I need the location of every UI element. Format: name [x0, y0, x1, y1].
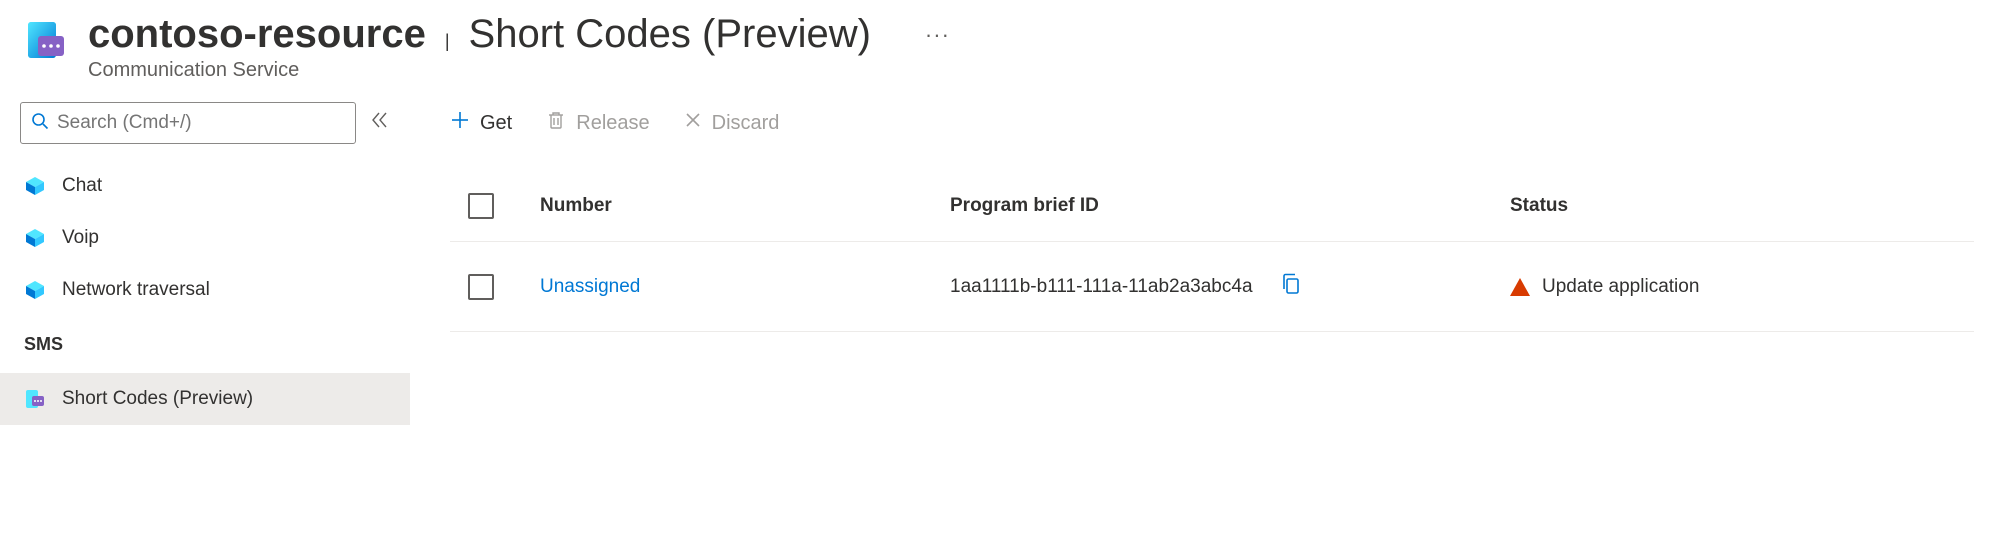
- search-icon: [31, 112, 49, 135]
- sidebar: Chat Voip: [0, 92, 410, 425]
- more-actions-button[interactable]: ···: [925, 24, 950, 46]
- table-row: Unassigned 1aa1111b-b111-111a-11ab2a3abc…: [450, 242, 1974, 332]
- status-value: Update application: [1542, 276, 1699, 298]
- short-codes-icon: [24, 388, 46, 410]
- get-label: Get: [480, 112, 512, 135]
- release-button[interactable]: Release: [546, 106, 649, 140]
- row-checkbox[interactable]: [468, 274, 494, 300]
- get-button[interactable]: Get: [450, 106, 512, 140]
- discard-label: Discard: [712, 112, 780, 135]
- resource-icon: [24, 18, 68, 67]
- warning-icon: [1510, 278, 1530, 296]
- main-content: Get Release: [410, 92, 1998, 425]
- sidebar-item-label: Chat: [62, 175, 102, 197]
- resource-type-label: Communication Service: [88, 59, 950, 82]
- select-all-checkbox[interactable]: [468, 193, 494, 219]
- sidebar-item-network-traversal[interactable]: Network traversal: [0, 264, 410, 316]
- trash-icon: [546, 110, 566, 136]
- resource-name: contoso-resource: [88, 12, 426, 57]
- sidebar-item-short-codes[interactable]: Short Codes (Preview): [0, 373, 410, 425]
- number-link[interactable]: Unassigned: [540, 276, 640, 297]
- page-title: Short Codes (Preview): [469, 12, 871, 57]
- collapse-sidebar-button[interactable]: [370, 110, 390, 136]
- plus-icon: [450, 110, 470, 136]
- toolbar: Get Release: [450, 106, 1974, 170]
- release-label: Release: [576, 112, 649, 135]
- search-box[interactable]: [20, 102, 356, 144]
- column-status[interactable]: Status: [1510, 195, 1760, 217]
- table-header-row: Number Program brief ID Status: [450, 170, 1974, 242]
- close-icon: [684, 111, 702, 135]
- column-program-brief-id[interactable]: Program brief ID: [950, 195, 1510, 217]
- sidebar-item-label: Voip: [62, 227, 99, 249]
- sidebar-item-label: Short Codes (Preview): [62, 388, 253, 410]
- page-header: contoso-resource | Short Codes (Preview)…: [0, 0, 1998, 92]
- search-input[interactable]: [57, 112, 345, 134]
- cube-icon: [24, 175, 46, 197]
- sidebar-item-label: Network traversal: [62, 279, 210, 301]
- discard-button[interactable]: Discard: [684, 107, 780, 139]
- program-brief-id-value: 1aa1111b-b111-111a-11ab2a3abc4a: [950, 276, 1253, 298]
- sidebar-item-voip[interactable]: Voip: [0, 212, 410, 264]
- sidebar-item-chat[interactable]: Chat: [0, 160, 410, 212]
- column-number[interactable]: Number: [540, 195, 950, 217]
- copy-icon[interactable]: [1281, 273, 1301, 301]
- cube-icon: [24, 227, 46, 249]
- cube-icon: [24, 279, 46, 301]
- short-codes-table: Number Program brief ID Status Unassigne…: [450, 170, 1974, 332]
- sidebar-section-sms: SMS: [0, 316, 410, 361]
